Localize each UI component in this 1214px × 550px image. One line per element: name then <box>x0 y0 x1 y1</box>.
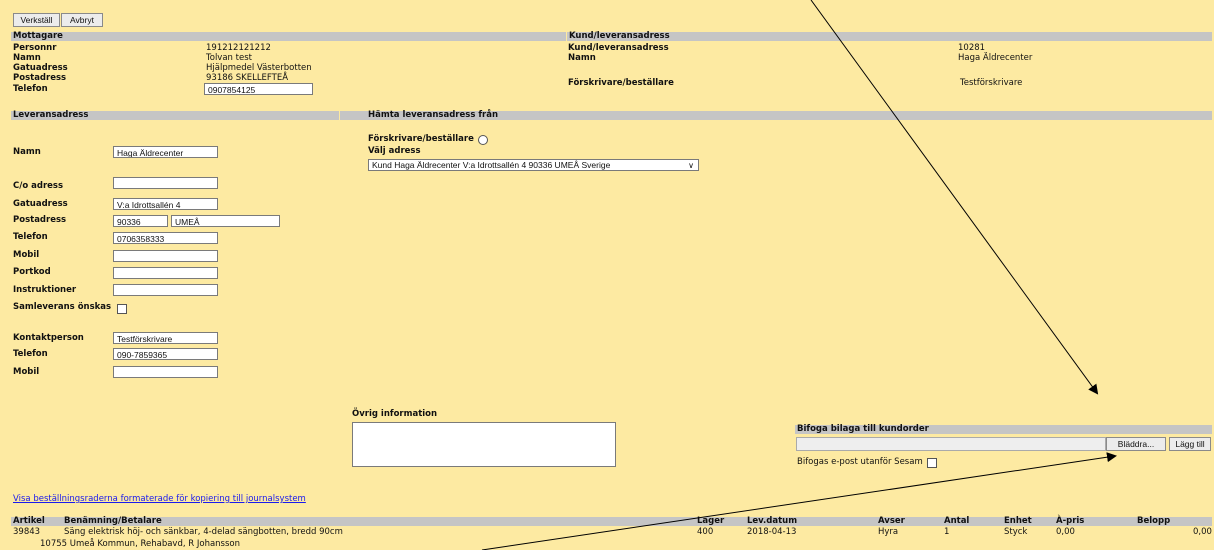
portcode-label: Portkod <box>13 267 51 277</box>
customer-header: Kund/leveransadress <box>569 31 670 41</box>
browse-button[interactable]: Bläddra... <box>1106 437 1166 451</box>
fetch-address-header-bar: Hämta leveransadress från <box>340 111 1212 120</box>
prescriber-label: Förskrivare/beställare <box>568 78 674 88</box>
row-description: Säng elektrisk höj- och sänkbar, 4-delad… <box>64 527 343 537</box>
delivery-header-bar: Leveransadress <box>11 111 339 120</box>
delivery-postal-city-input[interactable]: UMEÅ <box>171 215 280 227</box>
recipient-street-value: Hjälpmedel Västerbotten <box>206 63 312 73</box>
contact-person-input[interactable]: Testförskrivare <box>113 332 218 344</box>
collective-delivery-label: Samleverans önskas <box>13 302 112 312</box>
col-delivery-date: Lev.datum <box>747 516 798 526</box>
contact-mobile-input[interactable] <box>113 366 218 378</box>
fetch-address-header: Hämta leveransadress från <box>368 110 499 120</box>
row-concerns: Hyra <box>878 527 899 537</box>
address-select-value: Kund Haga Äldrecenter V:a Idrottsallén 4… <box>372 160 611 170</box>
instructions-input[interactable] <box>113 284 218 296</box>
attachment-header: Bifoga bilaga till kundorder <box>797 424 929 434</box>
other-info-textarea[interactable] <box>352 422 616 467</box>
personnr-label: Personnr <box>13 43 57 53</box>
address-select[interactable]: Kund Haga Äldrecenter V:a Idrottsallén 4… <box>368 159 699 171</box>
col-unit: Enhet <box>1004 516 1032 526</box>
delivery-street-label: Gatuadress <box>13 199 68 209</box>
row-quantity: 1 <box>944 527 950 537</box>
fetch-prescriber-radio[interactable] <box>478 135 488 145</box>
delivery-street-input[interactable]: V:a Idrottsallén 4 <box>113 198 218 210</box>
col-amount: Belopp <box>1137 516 1171 526</box>
add-attachment-button[interactable]: Lägg till <box>1169 437 1211 451</box>
customer-id-value: 10281 <box>958 43 986 53</box>
col-unit-price: À-pris <box>1056 516 1085 526</box>
col-concerns: Avser <box>878 516 905 526</box>
customer-id-label: Kund/leveransadress <box>568 43 669 53</box>
recipient-postal-label: Postadress <box>13 73 67 83</box>
col-description: Benämning/Betalare <box>64 516 162 526</box>
apply-button[interactable]: Verkställ <box>13 13 60 27</box>
recipient-name-value: Tolvan test <box>206 53 252 63</box>
choose-address-label: Välj adress <box>368 146 421 156</box>
annotation-arrow-top <box>810 0 1099 395</box>
row-stock: 400 <box>697 527 714 537</box>
delivery-mobile-label: Mobil <box>13 250 40 260</box>
cancel-button[interactable]: Avbryt <box>61 13 103 27</box>
email-attachment-label: Bifogas e-post utanför Sesam <box>797 457 923 467</box>
col-quantity: Antal <box>944 516 970 526</box>
co-address-label: C/o adress <box>13 181 64 191</box>
customer-name-value: Haga Äldrecenter <box>958 53 1033 63</box>
delivery-header: Leveransadress <box>13 110 89 120</box>
contact-mobile-label: Mobil <box>13 367 40 377</box>
row-unit-price: 0,00 <box>1056 527 1075 537</box>
fetch-prescriber-label: Förskrivare/beställare <box>368 134 474 144</box>
recipient-header: Mottagare <box>13 31 63 41</box>
delivery-name-label: Namn <box>13 147 41 157</box>
contact-person-label: Kontaktperson <box>13 333 84 343</box>
delivery-name-input[interactable]: Haga Äldrecenter <box>113 146 218 158</box>
recipient-phone-input[interactable]: 0907854125 <box>204 83 313 95</box>
delivery-postal-label: Postadress <box>13 215 67 225</box>
attachment-file-input[interactable] <box>796 437 1106 451</box>
row-article: 39843 <box>13 527 41 537</box>
order-table-header <box>11 517 1212 526</box>
recipient-postal-value: 93186 SKELLEFTEÅ <box>206 73 289 83</box>
row-amount: 0,00 <box>1193 527 1212 537</box>
customer-header-bar: Kund/leveransadress <box>567 32 1212 41</box>
recipient-name-label: Namn <box>13 53 41 63</box>
contact-phone-input[interactable]: 090-7859365 <box>113 348 218 360</box>
col-stock: Lager <box>697 516 725 526</box>
row-unit: Styck <box>1004 527 1028 537</box>
delivery-phone-label: Telefon <box>13 232 48 242</box>
chevron-down-icon: ∨ <box>688 161 694 170</box>
customer-name-label: Namn <box>568 53 596 63</box>
col-article: Artikel <box>13 516 45 526</box>
other-info-label: Övrig information <box>352 409 438 419</box>
email-attachment-checkbox[interactable] <box>927 458 937 468</box>
row-delivery-date: 2018-04-13 <box>747 527 797 537</box>
delivery-postal-code-input[interactable]: 90336 <box>113 215 168 227</box>
personnr-value: 191212121212 <box>206 43 271 53</box>
co-address-input[interactable] <box>113 177 218 189</box>
recipient-header-bar: Mottagare <box>11 32 566 41</box>
contact-phone-label: Telefon <box>13 349 48 359</box>
journal-format-link[interactable]: Visa beställningsraderna formaterade för… <box>13 494 306 504</box>
recipient-phone-label: Telefon <box>13 84 48 94</box>
recipient-street-label: Gatuadress <box>13 63 68 73</box>
delivery-mobile-input[interactable] <box>113 250 218 262</box>
delivery-phone-input[interactable]: 0706358333 <box>113 232 218 244</box>
prescriber-value: Testförskrivare <box>960 78 1023 88</box>
row-payer: 10755 Umeå Kommun, Rehabavd, R Johansson <box>40 539 240 549</box>
collective-delivery-checkbox[interactable] <box>117 304 127 314</box>
portcode-input[interactable] <box>113 267 218 279</box>
attachment-header-bar: Bifoga bilaga till kundorder <box>795 425 1212 434</box>
instructions-label: Instruktioner <box>13 285 77 295</box>
